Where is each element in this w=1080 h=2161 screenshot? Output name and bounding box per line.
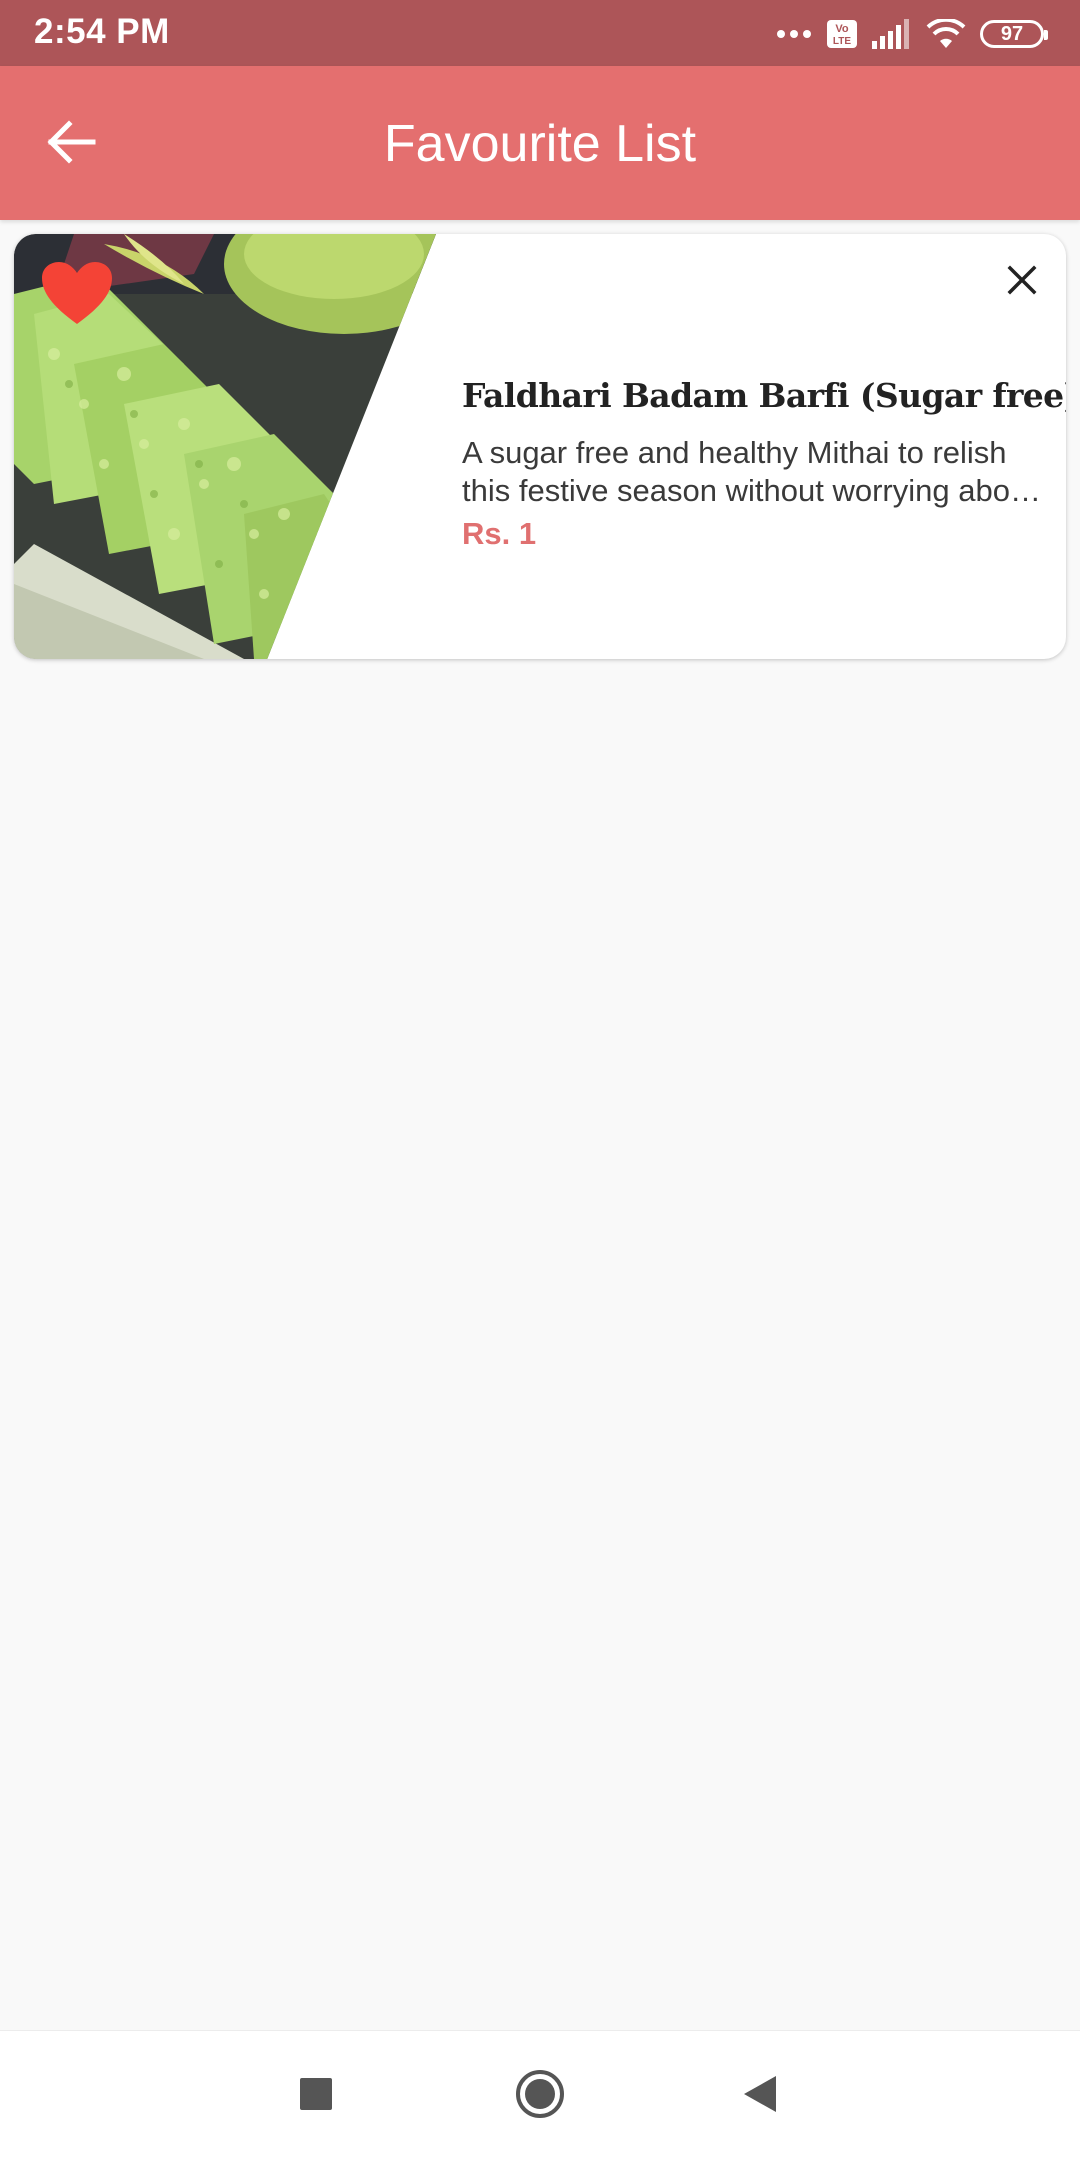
status-bar: 2:54 PM Vo LTE 97 [0,0,1080,66]
remove-favourite-button[interactable] [992,252,1052,312]
heart-icon[interactable] [40,260,114,326]
system-nav-bar [0,2030,1080,2161]
square-recent-icon [299,2077,333,2116]
page-title: Favourite List [383,115,697,173]
signal-icon [872,19,912,49]
item-price: Rs. 1 [462,516,537,551]
wifi-icon [926,19,966,49]
recents-button[interactable] [281,2061,351,2131]
svg-text:Vo: Vo [835,23,849,35]
item-title: Faldhari Badam Barfi (Sugar free) [462,376,1066,415]
status-icons: Vo LTE 97 [776,14,1048,54]
app-bar: Favourite List [0,66,1080,220]
back-nav-button[interactable] [725,2061,795,2131]
item-description: A sugar free and healthy Mithai to relis… [462,435,1036,508]
favourite-item-card[interactable]: Faldhari Badam Barfi (Sugar free) A suga… [14,234,1066,659]
volte-icon: Vo LTE [826,19,858,49]
home-button[interactable] [505,2061,575,2131]
status-time: 2:54 PM [34,12,170,51]
svg-text:LTE: LTE [833,36,851,47]
battery-icon: 97 [980,20,1048,48]
close-icon [1007,265,1037,300]
dots-icon [776,28,812,40]
circle-home-icon [514,2068,566,2125]
triangle-back-icon [742,2074,778,2119]
battery-level: 97 [1000,22,1024,45]
